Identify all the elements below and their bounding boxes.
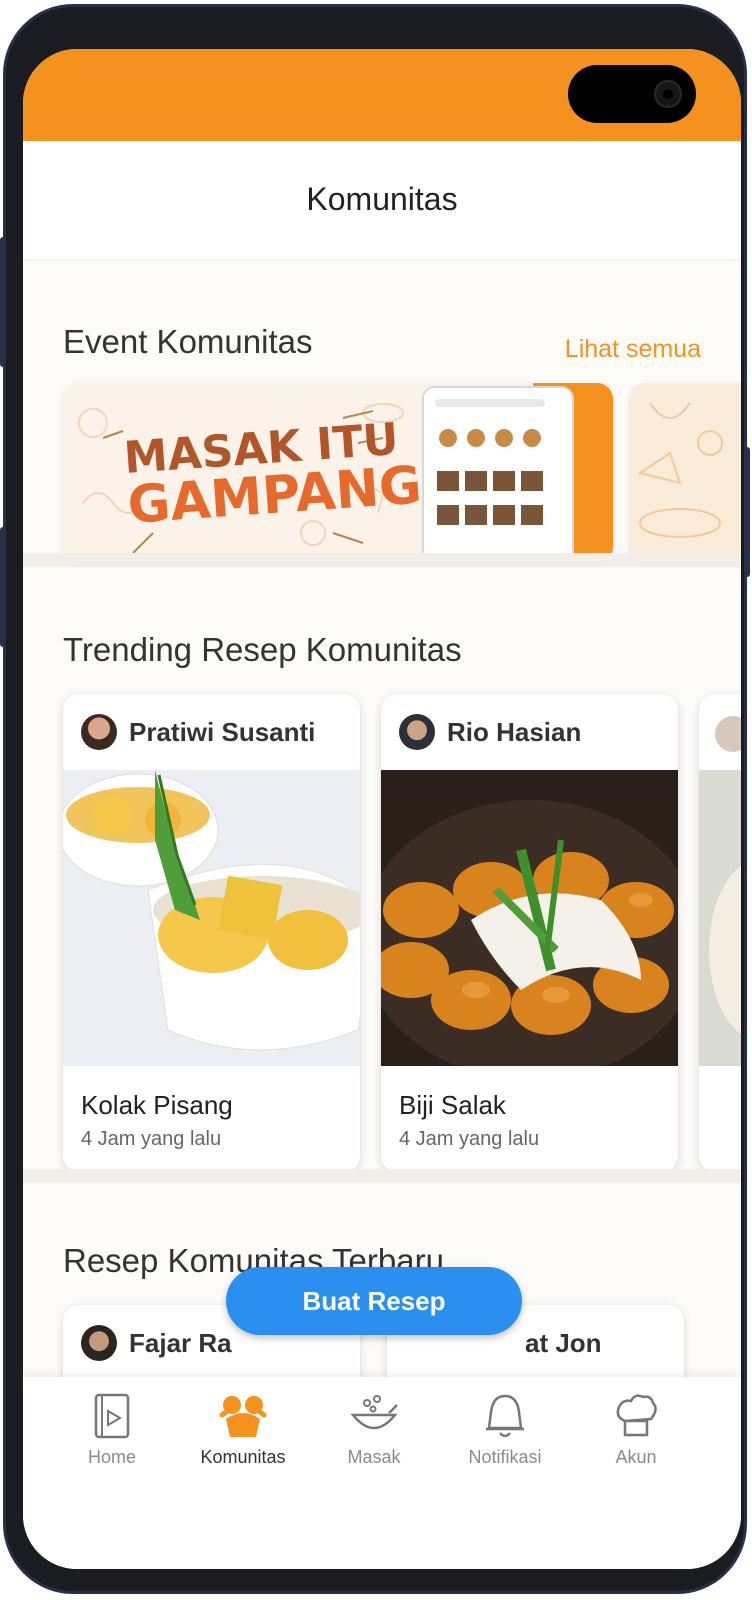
event-banner[interactable]: MASAK ITU GAMPANG	[63, 383, 613, 563]
phone-frame: Komunitas Event Komunitas Lihat semua MA…	[0, 4, 750, 1594]
avatar	[81, 1325, 117, 1361]
avatar	[399, 714, 435, 750]
author-name[interactable]: Rio Hasian	[447, 717, 581, 748]
page-title: Komunitas	[306, 181, 458, 217]
recipe-photo[interactable]	[63, 770, 360, 1066]
card-author: Fajar Ra	[81, 1323, 232, 1363]
section-divider	[23, 1169, 741, 1183]
recipe-photo[interactable]	[381, 770, 678, 1066]
recipe-time: 4 Jam yang lalu	[81, 1128, 222, 1150]
recipe-name: Biji Salak	[399, 1090, 506, 1120]
book-icon	[94, 1393, 130, 1439]
nav-label: Masak	[347, 1447, 401, 1467]
card-author: Pratiwi Susanti	[81, 712, 315, 752]
nav-komunitas[interactable]: Komunitas	[178, 1391, 308, 1468]
phone-mockup	[422, 383, 613, 563]
volume-button	[0, 237, 6, 367]
avatar	[81, 714, 117, 750]
kolak-pisang-photo	[63, 770, 360, 1066]
chef-hands-icon	[219, 1396, 267, 1437]
status-bar	[23, 49, 741, 141]
bell-icon	[486, 1394, 524, 1438]
nav-label: Komunitas	[200, 1447, 286, 1467]
avatar	[715, 716, 741, 752]
see-all-link[interactable]: Lihat semua	[565, 335, 701, 364]
author-name[interactable]: Fajar Ra	[129, 1328, 232, 1359]
power-button	[744, 447, 750, 577]
author-name[interactable]: Pratiwi Susanti	[129, 717, 315, 748]
event-section-title: Event Komunitas	[63, 323, 313, 360]
trending-section-title: Trending Resep Komunitas	[63, 631, 462, 668]
recipe-card-partial[interactable]	[699, 694, 741, 1172]
chef-hat-icon	[616, 1394, 657, 1437]
nav-label: Notifikasi	[468, 1447, 542, 1467]
nav-notifikasi[interactable]: Notifikasi	[440, 1391, 570, 1468]
create-recipe-button[interactable]: Buat Resep	[226, 1267, 522, 1335]
app-bar: Komunitas	[23, 141, 741, 260]
biji-salak-photo	[381, 770, 678, 1066]
recipe-card[interactable]: Pratiwi Susanti Kolak Pisang 4 Jam yang …	[63, 694, 360, 1172]
camera-icon	[654, 80, 682, 108]
recipe-photo-art	[699, 770, 741, 1066]
nav-label: Home	[87, 1447, 136, 1467]
event-banner-art: MASAK ITU GAMPANG	[63, 383, 613, 563]
nav-label: Akun	[615, 1447, 657, 1467]
recipe-photo[interactable]	[699, 770, 741, 1066]
nav-akun[interactable]: Akun	[571, 1391, 701, 1468]
camera-cutout	[568, 65, 696, 123]
wok-icon	[350, 1395, 398, 1430]
recipe-name: Kolak Pisang	[81, 1090, 233, 1120]
recipe-card[interactable]: Rio Hasian Biji Salak 4 Jam yang lalu	[381, 694, 678, 1172]
nav-home[interactable]: Home	[47, 1391, 177, 1468]
bottom-navigation: Home Komunitas Masak Notifikasi Akun	[23, 1377, 741, 1569]
recipe-time: 4 Jam yang lalu	[399, 1128, 540, 1150]
author-name[interactable]: at Jon	[525, 1328, 602, 1359]
nav-masak[interactable]: Masak	[309, 1391, 439, 1468]
event-banner-next-art	[637, 402, 723, 538]
screen: Komunitas Event Komunitas Lihat semua MA…	[23, 49, 741, 1569]
card-author: Rio Hasian	[399, 712, 581, 752]
event-banner-next[interactable]	[630, 383, 741, 563]
side-button	[0, 527, 6, 647]
section-divider	[23, 553, 741, 567]
